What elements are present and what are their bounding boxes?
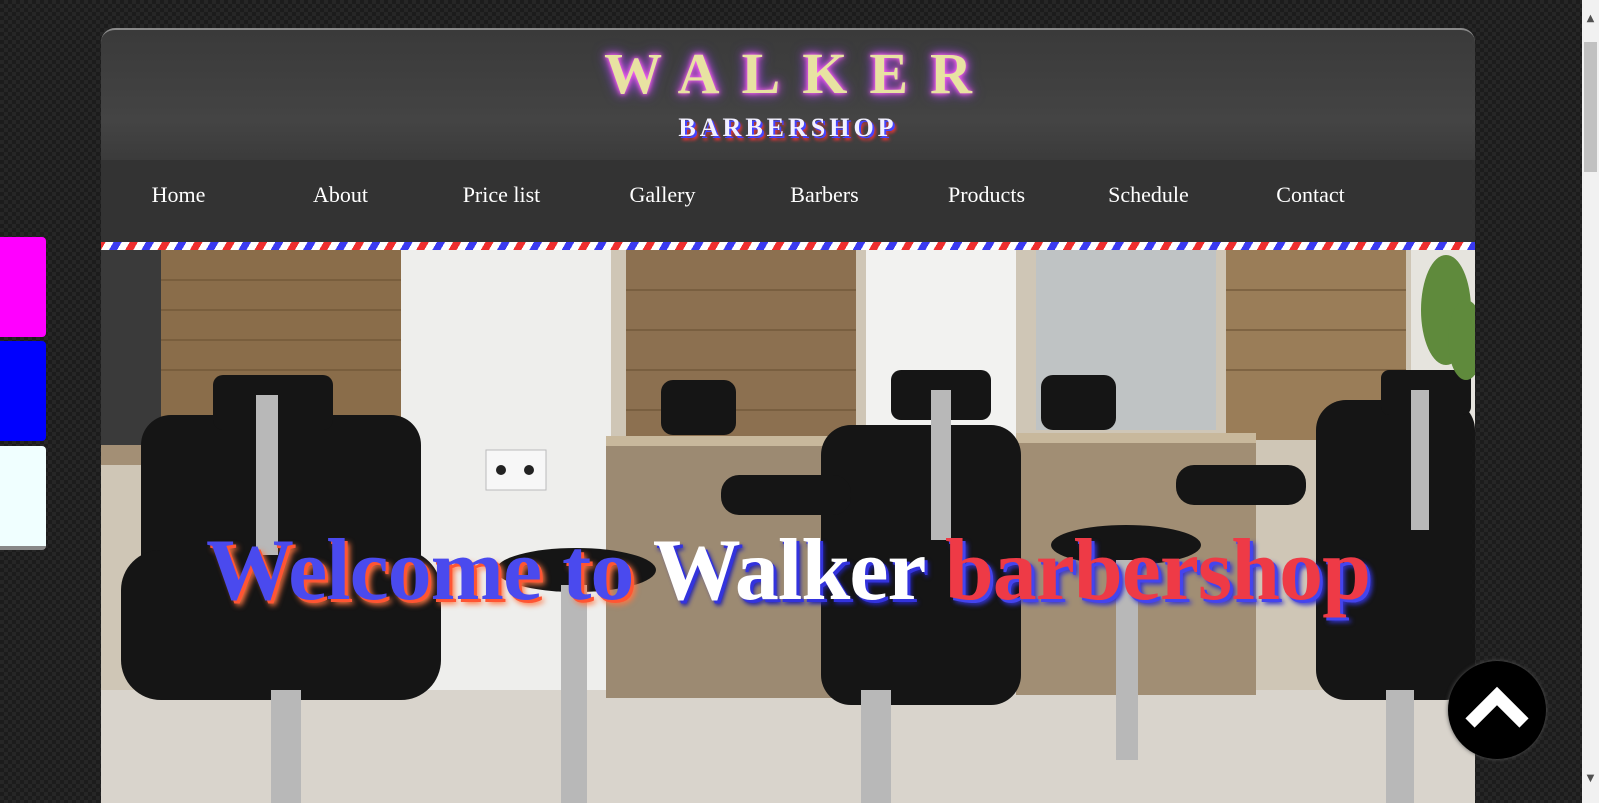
page-scrollbar[interactable]: ▲ ▼ <box>1582 0 1599 803</box>
nav-products[interactable]: Products <box>904 160 1069 242</box>
chevron-up-icon <box>1465 686 1529 728</box>
main-nav: Home About Price list Gallery Barbers Pr… <box>101 160 1475 242</box>
nav-about[interactable]: About <box>258 160 423 242</box>
hero-banner: Welcome to Walker barbershop <box>101 250 1475 803</box>
back-to-top-button[interactable] <box>1448 661 1546 759</box>
nav-schedule[interactable]: Schedule <box>1066 160 1231 242</box>
nav-gallery[interactable]: Gallery <box>580 160 745 242</box>
welcome-part-1: Welcome to <box>205 522 634 619</box>
theme-swatch-magenta[interactable] <box>0 237 46 337</box>
barber-stripe-divider <box>101 242 1475 250</box>
logo-subtitle: BARBERSHOP <box>678 113 898 142</box>
theme-swatch-white[interactable] <box>0 446 46 550</box>
theme-swatch-blue[interactable] <box>0 341 46 441</box>
scrollbar-thumb[interactable] <box>1584 42 1597 172</box>
welcome-part-2: Walker <box>652 522 925 619</box>
scroll-up-arrow-icon[interactable]: ▲ <box>1582 10 1599 27</box>
site-header: WALKER BARBERSHOP <box>101 28 1475 160</box>
welcome-part-3: barbershop <box>944 522 1371 619</box>
nav-price-list[interactable]: Price list <box>419 160 584 242</box>
welcome-heading: Welcome to Walker barbershop <box>101 520 1475 621</box>
site-container: WALKER BARBERSHOP Home About Price list … <box>101 28 1475 803</box>
logo-title[interactable]: WALKER <box>101 40 1475 107</box>
nav-barbers[interactable]: Barbers <box>742 160 907 242</box>
nav-home[interactable]: Home <box>96 160 261 242</box>
nav-contact[interactable]: Contact <box>1228 160 1393 242</box>
scroll-down-arrow-icon[interactable]: ▼ <box>1582 770 1599 787</box>
